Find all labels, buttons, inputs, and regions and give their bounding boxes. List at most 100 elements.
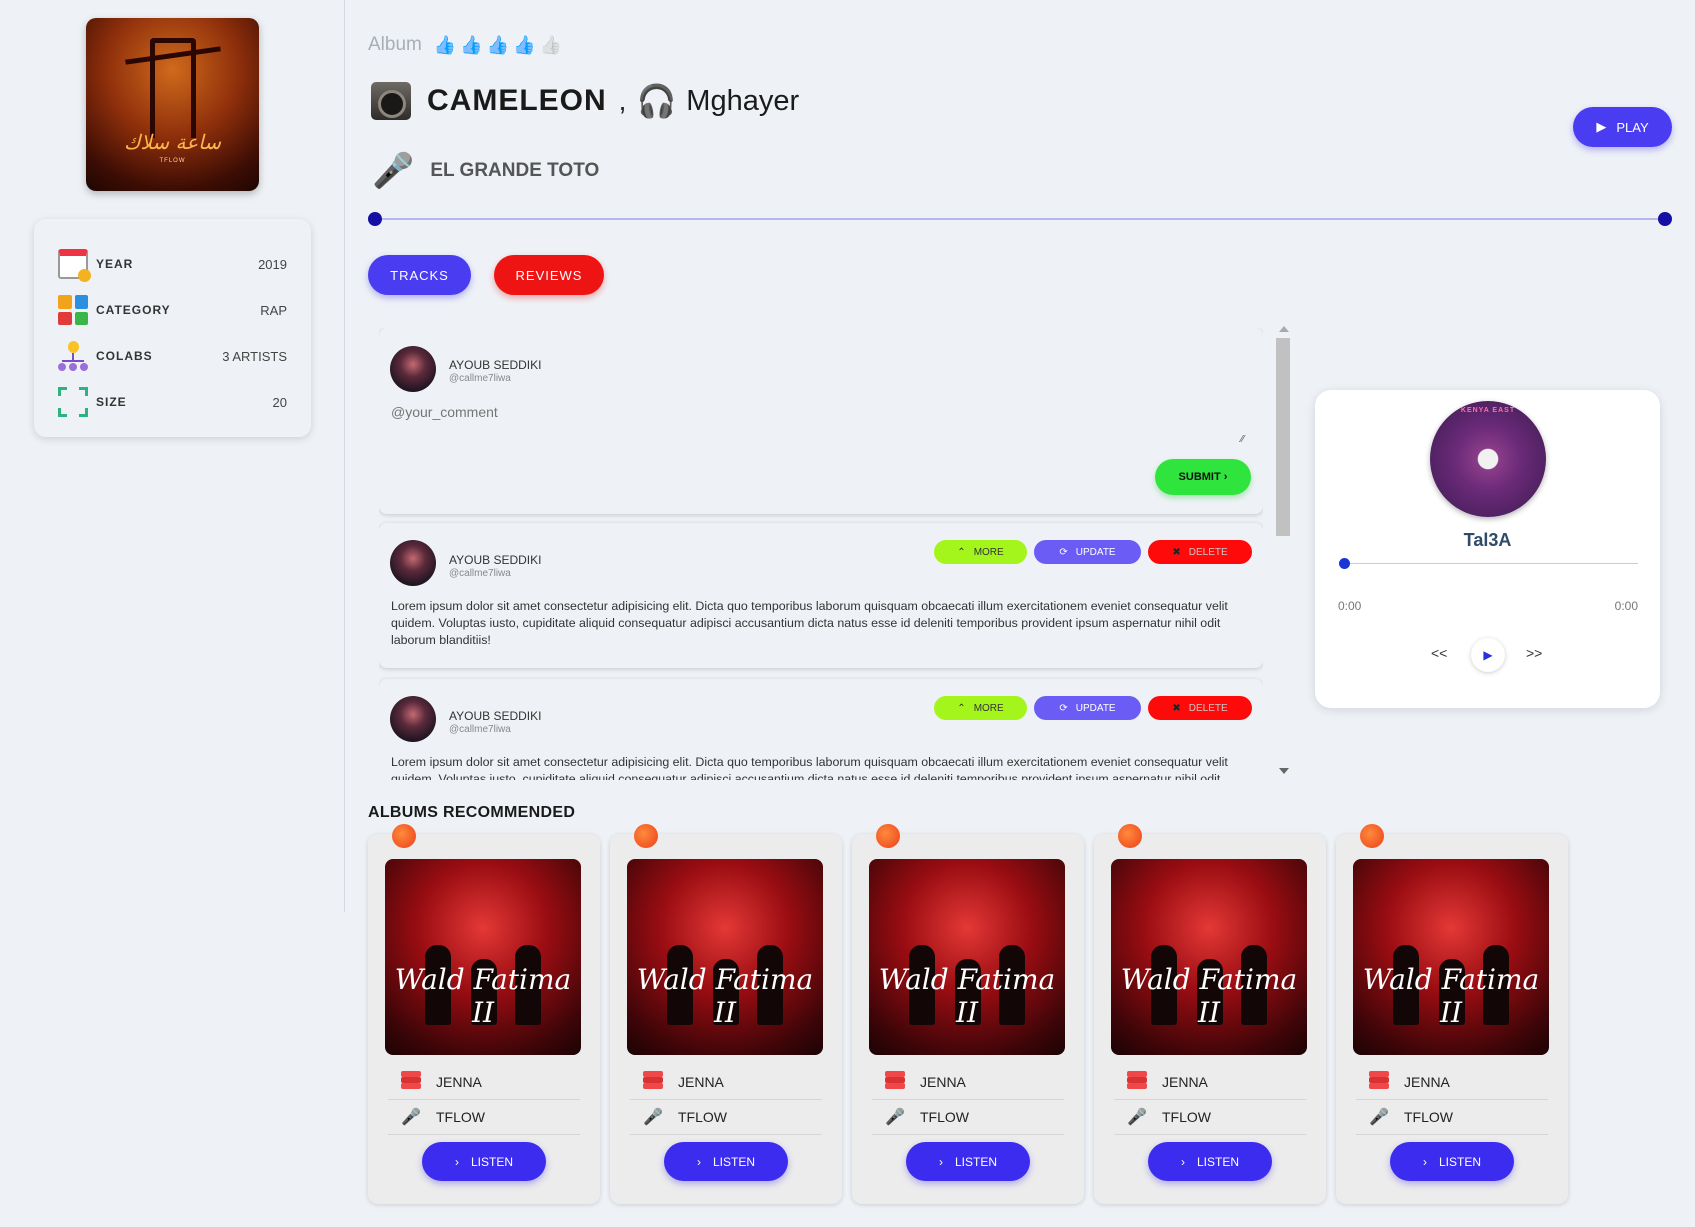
album-artist: TFLOW [1162, 1109, 1211, 1125]
chevron-right-icon: › [1422, 1154, 1427, 1169]
chevron-right-icon: › [696, 1154, 701, 1169]
listen-button[interactable]: › LISTEN [664, 1142, 788, 1181]
artist-name[interactable]: EL GRANDE TOTO [430, 160, 599, 182]
microphone-icon: 🎤 [372, 152, 415, 190]
album-name-row: JENNA [1356, 1065, 1548, 1100]
previous-track-button[interactable]: << [1431, 645, 1447, 661]
close-icon: ✖ [1172, 702, 1181, 714]
info-label: SIZE [96, 395, 127, 409]
microphone-icon: 🎤 [1127, 1109, 1147, 1126]
microphone-icon: 🎤 [643, 1109, 663, 1126]
album-info-card: YEAR 2019 CATEGORY RAP COLABS 3 ARTISTS [34, 219, 311, 437]
album-title-row: CAMELEON , 🎧 Mghayer [371, 82, 799, 120]
scroll-down-icon[interactable] [1279, 768, 1289, 774]
scroll-thumb[interactable] [1276, 338, 1290, 536]
track-progress-bar[interactable] [1339, 558, 1638, 569]
thumbs-up-icon[interactable]: 👍 [513, 36, 535, 54]
user-name: AYOUB SEDDIKI [449, 358, 542, 372]
hot-badge-icon [1118, 824, 1142, 848]
info-value: 3 ARTISTS [222, 348, 287, 364]
listen-label: LISTEN [1438, 1154, 1481, 1169]
album-art[interactable]: Wald Fatima II [627, 859, 823, 1055]
rating-stars[interactable]: 👍 👍 👍 👍 👍 [434, 36, 562, 54]
slider-end-handle[interactable] [1658, 212, 1672, 226]
info-label: CATEGORY [96, 303, 171, 317]
review-card: AYOUB SEDDIKI @callme7liwa ⌃ MORE ⟳ UPDATE… [379, 523, 1263, 668]
album-art[interactable]: Wald Fatima II [385, 859, 581, 1055]
user-handle: @callme7liwa [449, 568, 511, 579]
microphone-icon: 🎤 [885, 1109, 905, 1126]
tab-tracks[interactable]: TRACKS [368, 255, 471, 295]
listen-button[interactable]: › LISTEN [422, 1142, 546, 1181]
user-handle: @callme7liwa [449, 724, 511, 735]
progress-knob[interactable] [1339, 558, 1350, 569]
submit-button[interactable]: SUBMIT › [1155, 459, 1251, 495]
play-album-button[interactable]: ▶ PLAY [1573, 107, 1672, 147]
thumbs-up-icon[interactable]: 👍 [487, 36, 509, 54]
listen-label: LISTEN [1196, 1154, 1239, 1169]
recommended-album-card: Wald Fatima II JENNA 🎤 TFLOW › LISTEN [1094, 824, 1326, 1204]
album-art[interactable]: Wald Fatima II [869, 859, 1065, 1055]
more-button[interactable]: ⌃ MORE [934, 540, 1027, 564]
review-card: AYOUB SEDDIKI @callme7liwa ⌃ MORE ⟳ UPDATE… [379, 679, 1263, 780]
delete-button[interactable]: ✖ DELETE [1148, 696, 1252, 720]
update-button[interactable]: ⟳ UPDATE [1034, 696, 1141, 720]
album-art[interactable]: Wald Fatima II [1111, 859, 1307, 1055]
sidebar: ساعة سلاك TFLOW YEAR 2019 CATEGORY RAP C… [0, 0, 345, 912]
more-button[interactable]: ⌃ MORE [934, 696, 1027, 720]
thumbs-up-icon[interactable]: 👍 [460, 36, 482, 54]
play-label: PLAY [1616, 119, 1649, 135]
tab-reviews[interactable]: REVIEWS [494, 255, 604, 295]
delete-button[interactable]: ✖ DELETE [1148, 540, 1252, 564]
scroll-up-icon[interactable] [1279, 326, 1289, 332]
title-separator: , [618, 85, 627, 116]
listen-button[interactable]: › LISTEN [1148, 1142, 1272, 1181]
info-label: COLABS [96, 349, 153, 363]
info-row-year: YEAR 2019 [58, 241, 287, 287]
update-label: UPDATE [1075, 546, 1116, 558]
resize-handle-icon[interactable]: ⁄⁄ [1241, 434, 1244, 445]
chevron-right-icon: › [1180, 1154, 1185, 1169]
chevron-right-icon: › [938, 1154, 943, 1169]
thumbs-up-icon[interactable]: 👍 [434, 36, 456, 54]
album-art[interactable]: Wald Fatima II [1353, 859, 1549, 1055]
recommended-album-card: Wald Fatima II JENNA 🎤 TFLOW › LISTEN [368, 824, 600, 1204]
album-artist: TFLOW [678, 1109, 727, 1125]
recommended-album-card: Wald Fatima II JENNA 🎤 TFLOW › LISTEN [852, 824, 1084, 1204]
listen-button[interactable]: › LISTEN [906, 1142, 1030, 1181]
next-track-button[interactable]: >> [1526, 645, 1542, 661]
hot-badge-icon [634, 824, 658, 848]
reviews-scrollbar[interactable] [1276, 324, 1292, 776]
play-icon: ▶ [1483, 648, 1493, 662]
album-title: CAMELEON [427, 84, 607, 117]
close-icon: ✖ [1172, 546, 1181, 558]
album-name: JENNA [436, 1074, 482, 1090]
avatar [390, 540, 436, 586]
slider-start-handle[interactable] [368, 212, 382, 226]
comment-input[interactable] [391, 404, 1251, 444]
play-track-button[interactable]: ▶ [1471, 638, 1505, 672]
review-text: Lorem ipsum dolor sit amet consectetur a… [391, 599, 1228, 647]
earbuds-icon: 🎧 [636, 83, 677, 119]
avatar [390, 696, 436, 742]
thumbs-up-icon[interactable]: 👍 [540, 36, 562, 54]
more-label: MORE [973, 702, 1004, 714]
listen-label: LISTEN [470, 1154, 513, 1169]
album-title-secondary: Mghayer [686, 84, 800, 117]
reviews-panel[interactable]: AYOUB SEDDIKI @callme7liwa ⁄⁄ SUBMIT › A… [379, 328, 1263, 780]
expand-icon [58, 387, 88, 417]
refresh-icon: ⟳ [1059, 702, 1068, 714]
album-stack-icon [642, 1070, 664, 1094]
listen-button[interactable]: › LISTEN [1390, 1142, 1514, 1181]
album-progress-slider[interactable] [368, 212, 1672, 226]
album-artist: TFLOW [920, 1109, 969, 1125]
album-name: JENNA [678, 1074, 724, 1090]
update-button[interactable]: ⟳ UPDATE [1034, 540, 1141, 564]
recommended-album-card: Wald Fatima II JENNA 🎤 TFLOW › LISTEN [1336, 824, 1568, 1204]
play-icon: ▶ [1596, 119, 1607, 134]
listen-label: LISTEN [954, 1154, 997, 1169]
collab-icon [58, 341, 88, 371]
calendar-icon [58, 249, 91, 282]
delete-label: DELETE [1188, 546, 1228, 558]
album-name: JENNA [920, 1074, 966, 1090]
